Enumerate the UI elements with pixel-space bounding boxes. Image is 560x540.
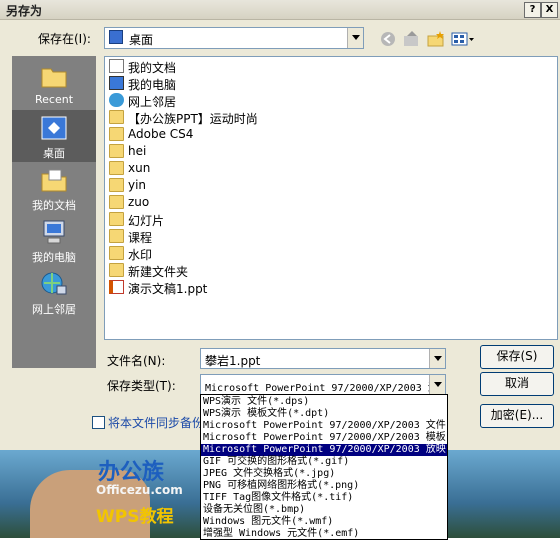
place-label: 网上邻居 xyxy=(32,303,76,316)
dropdown-option[interactable]: Microsoft PowerPoint 97/2000/XP/2003 模板 xyxy=(203,432,446,444)
folder-icon xyxy=(109,144,124,158)
folder-icon xyxy=(109,195,124,209)
ppt-file-icon xyxy=(109,280,124,294)
logo-cn: 办公族 xyxy=(98,460,165,485)
save-in-combo[interactable]: 桌面 xyxy=(104,27,364,49)
file-name: 幻灯片 xyxy=(128,214,165,228)
dropdown-option[interactable]: PNG 可移植网络图形格式(*.png) xyxy=(203,480,359,492)
dropdown-option-selected[interactable]: Microsoft PowerPoint 97/2000/XP/2003 放映 xyxy=(201,444,447,456)
dropdown-option[interactable]: TIFF Tag图像文件格式(*.tif) xyxy=(203,492,353,504)
close-button[interactable]: X xyxy=(541,2,558,18)
folder-icon xyxy=(109,127,124,141)
cancel-button[interactable]: 取消 xyxy=(480,372,554,396)
chevron-down-icon[interactable] xyxy=(347,28,363,48)
folder-icon xyxy=(109,212,124,226)
filename-value: 攀岩1.ppt xyxy=(205,354,261,368)
file-name: 新建文件夹 xyxy=(128,265,189,279)
folder-icon xyxy=(109,178,124,192)
place-my-computer[interactable]: 我的电脑 xyxy=(12,214,96,266)
places-bar: Recent 桌面 我的文档 我的电脑 网上邻居 xyxy=(12,56,96,368)
file-name: Adobe CS4 xyxy=(128,127,194,141)
dropdown-option[interactable]: WPS演示 模板文件(*.dpt) xyxy=(203,408,329,420)
dropdown-option[interactable]: Windows 图元文件(*.wmf) xyxy=(203,516,333,528)
folder-icon xyxy=(109,161,124,175)
encrypt-button[interactable]: 加密(E)... xyxy=(480,404,554,428)
folder-icon xyxy=(109,229,124,243)
dialog-title: 另存为 xyxy=(6,4,43,18)
folder-icon xyxy=(109,246,124,260)
my-computer-icon xyxy=(43,220,65,244)
save-as-dialog: 另存为 ? X 保存在(I): 桌面 Recent 桌面 我的文档 我的电脑 网… xyxy=(0,0,560,450)
save-in-value: 桌面 xyxy=(129,33,154,47)
sync-backup-label: 将本文件同步备份 xyxy=(108,416,200,430)
my-computer-icon xyxy=(109,76,124,90)
file-name: yin xyxy=(128,178,147,192)
sync-backup-checkbox[interactable] xyxy=(92,416,105,429)
filetype-label: 保存类型(T): xyxy=(107,379,176,393)
folder-icon xyxy=(109,110,124,124)
new-folder-icon[interactable] xyxy=(426,30,446,48)
place-label: Recent xyxy=(34,93,74,106)
place-label: 我的文档 xyxy=(32,199,76,212)
filetype-value: Microsoft PowerPoint 97/2000/XP/2003 演 xyxy=(205,383,438,394)
file-name: 水印 xyxy=(128,248,153,262)
chevron-down-icon[interactable] xyxy=(429,375,445,394)
back-icon[interactable] xyxy=(378,30,398,48)
file-name: zuo xyxy=(128,195,150,209)
dropdown-option[interactable]: 增强型 Windows 元文件(*.emf) xyxy=(203,528,359,539)
file-name: hei xyxy=(128,144,147,158)
title-bar: 另存为 ? X xyxy=(0,0,560,20)
file-list[interactable]: 我的文档 我的电脑 网上邻居 【办公族PPT】运动时尚 Adobe CS4 he… xyxy=(104,56,558,340)
view-menu-icon[interactable] xyxy=(450,30,476,48)
save-in-label: 保存在(I): xyxy=(38,32,91,46)
my-documents-icon xyxy=(109,59,124,73)
dropdown-option[interactable]: GIF 可交换的图形格式(*.gif) xyxy=(203,456,349,468)
filetype-select[interactable]: Microsoft PowerPoint 97/2000/XP/2003 演 xyxy=(200,374,446,395)
logo-wps: WPS教程 xyxy=(96,507,174,527)
file-name: 【办公族PPT】运动时尚 xyxy=(128,112,258,126)
file-name: 网上邻居 xyxy=(128,95,177,109)
chevron-down-icon[interactable] xyxy=(429,349,445,368)
network-places-icon xyxy=(109,93,124,107)
my-documents-icon xyxy=(41,169,67,192)
filename-input[interactable]: 攀岩1.ppt xyxy=(200,348,446,369)
save-button[interactable]: 保存(S) xyxy=(480,345,554,369)
file-name: 演示文稿1.ppt xyxy=(128,282,208,296)
place-desktop[interactable]: 桌面 xyxy=(12,110,96,162)
dropdown-option[interactable]: 设备无关位图(*.bmp) xyxy=(203,504,305,516)
filetype-dropdown-list[interactable]: WPS演示 文件(*.dps) WPS演示 模板文件(*.dpt) Micros… xyxy=(200,394,448,540)
place-recent[interactable]: Recent xyxy=(12,58,96,110)
file-name: 课程 xyxy=(128,231,153,245)
file-name: 我的电脑 xyxy=(128,78,177,92)
dropdown-option[interactable]: WPS演示 文件(*.dps) xyxy=(203,396,309,408)
recent-folder-icon xyxy=(41,68,67,88)
dropdown-option[interactable]: Microsoft PowerPoint 97/2000/XP/2003 文件 xyxy=(203,420,446,432)
dropdown-option[interactable]: JPEG 文件交换格式(*.jpg) xyxy=(203,468,335,480)
file-name: 我的文档 xyxy=(128,61,177,75)
place-my-documents[interactable]: 我的文档 xyxy=(12,162,96,214)
place-label: 桌面 xyxy=(43,147,65,160)
place-network[interactable]: 网上邻居 xyxy=(12,266,96,318)
desktop-icon xyxy=(109,30,123,44)
network-places-icon xyxy=(41,272,67,295)
place-label: 我的电脑 xyxy=(32,251,76,264)
folder-icon xyxy=(109,263,124,277)
file-name: xun xyxy=(128,161,151,175)
up-folder-icon[interactable] xyxy=(402,30,422,48)
desktop-icon xyxy=(41,116,67,140)
filename-label: 文件名(N): xyxy=(107,354,166,368)
logo-en: Officezu.com xyxy=(96,483,183,497)
help-button[interactable]: ? xyxy=(524,2,541,18)
